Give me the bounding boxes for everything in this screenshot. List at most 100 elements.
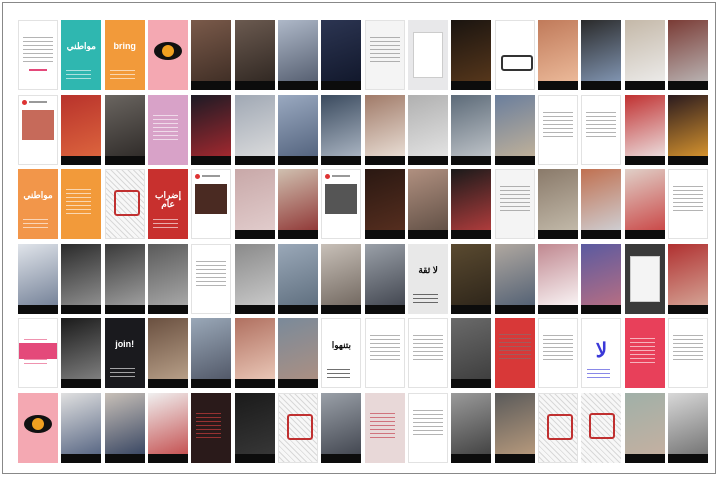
collage-tile[interactable]: لا xyxy=(581,318,622,389)
collage-tile[interactable] xyxy=(278,318,319,389)
collage-tile[interactable] xyxy=(104,94,145,165)
collage-tile[interactable] xyxy=(364,392,405,463)
collage-tile[interactable] xyxy=(191,243,232,314)
collage-tile[interactable] xyxy=(451,169,492,240)
collage-tile[interactable] xyxy=(668,392,709,463)
collage-tile[interactable] xyxy=(581,243,622,314)
collage-tile[interactable] xyxy=(234,318,275,389)
collage-tile[interactable] xyxy=(61,169,102,240)
collage-tile[interactable] xyxy=(581,392,622,463)
collage-tile[interactable] xyxy=(408,169,449,240)
collage-tile[interactable] xyxy=(321,94,362,165)
collage-tile[interactable] xyxy=(148,318,189,389)
collage-tile[interactable] xyxy=(408,94,449,165)
collage-tile[interactable] xyxy=(624,94,665,165)
collage-tile[interactable] xyxy=(148,243,189,314)
collage-tile[interactable] xyxy=(18,243,58,314)
collage-tile[interactable] xyxy=(191,94,232,165)
collage-tile[interactable] xyxy=(278,243,319,314)
collage-tile[interactable] xyxy=(624,20,665,90)
collage-tile[interactable] xyxy=(408,392,449,463)
collage-tile[interactable] xyxy=(581,169,622,240)
collage-tile[interactable] xyxy=(61,243,102,314)
collage-tile[interactable] xyxy=(364,243,405,314)
collage-tile[interactable] xyxy=(451,20,492,90)
collage-tile[interactable] xyxy=(191,20,232,90)
collage-tile[interactable] xyxy=(321,20,362,90)
collage-tile[interactable] xyxy=(408,318,449,389)
collage-tile[interactable] xyxy=(668,20,709,90)
collage-tile[interactable] xyxy=(624,243,665,314)
collage-tile[interactable] xyxy=(234,243,275,314)
collage-tile[interactable] xyxy=(494,243,535,314)
collage-tile[interactable] xyxy=(538,318,579,389)
collage-tile[interactable] xyxy=(278,169,319,240)
collage-tile[interactable]: bring xyxy=(104,20,145,90)
collage-tile[interactable] xyxy=(581,20,622,90)
collage-tile[interactable] xyxy=(494,392,535,463)
collage-tile[interactable] xyxy=(538,392,579,463)
collage-tile[interactable]: لا ثقة xyxy=(408,243,449,314)
collage-tile[interactable] xyxy=(18,94,58,165)
collage-tile[interactable] xyxy=(148,392,189,463)
collage-tile[interactable] xyxy=(668,169,709,240)
collage-tile[interactable] xyxy=(538,243,579,314)
collage-tile[interactable] xyxy=(624,169,665,240)
collage-tile[interactable] xyxy=(321,392,362,463)
collage-tile[interactable] xyxy=(451,392,492,463)
collage-tile[interactable] xyxy=(668,318,709,389)
collage-tile[interactable] xyxy=(668,94,709,165)
collage-tile[interactable] xyxy=(364,94,405,165)
collage-tile[interactable] xyxy=(191,392,232,463)
collage-tile[interactable]: بتنهوا xyxy=(321,318,362,389)
tile-footer-band xyxy=(234,379,275,389)
collage-tile[interactable] xyxy=(668,243,709,314)
collage-tile[interactable] xyxy=(538,20,579,90)
collage-tile[interactable] xyxy=(278,20,319,90)
collage-tile[interactable] xyxy=(104,243,145,314)
collage-tile[interactable] xyxy=(234,94,275,165)
collage-tile[interactable] xyxy=(104,392,145,463)
collage-tile[interactable] xyxy=(451,94,492,165)
collage-tile[interactable] xyxy=(18,318,58,389)
collage-tile[interactable] xyxy=(624,318,665,389)
collage-tile[interactable] xyxy=(234,169,275,240)
collage-tile[interactable] xyxy=(494,94,535,165)
collage-tile[interactable] xyxy=(18,392,58,463)
collage-tile[interactable] xyxy=(191,318,232,389)
collage-tile[interactable] xyxy=(494,169,535,240)
collage-tile[interactable]: إضراب عام xyxy=(148,169,189,240)
collage-tile[interactable] xyxy=(321,169,362,240)
collage-tile[interactable] xyxy=(191,169,232,240)
collage-tile[interactable] xyxy=(364,318,405,389)
collage-tile[interactable] xyxy=(494,318,535,389)
collage-tile[interactable] xyxy=(538,169,579,240)
collage-tile[interactable] xyxy=(581,94,622,165)
collage-tile[interactable] xyxy=(148,94,189,165)
collage-tile[interactable]: مواطني xyxy=(61,20,102,90)
collage-tile[interactable]: join! xyxy=(104,318,145,389)
tile-poster-lines xyxy=(587,369,611,382)
collage-tile[interactable] xyxy=(451,318,492,389)
collage-tile[interactable] xyxy=(451,243,492,314)
collage-tile[interactable] xyxy=(61,392,102,463)
collage-tile[interactable] xyxy=(538,94,579,165)
collage-tile[interactable] xyxy=(321,243,362,314)
collage-tile[interactable] xyxy=(148,20,189,90)
collage-tile[interactable] xyxy=(364,20,405,90)
collage-tile[interactable] xyxy=(18,20,58,90)
collage-tile[interactable] xyxy=(364,169,405,240)
tile-footer-band xyxy=(234,304,275,314)
collage-tile[interactable] xyxy=(234,392,275,463)
collage-tile[interactable] xyxy=(278,392,319,463)
collage-tile[interactable]: مواطني xyxy=(18,169,58,240)
collage-tile[interactable] xyxy=(234,20,275,90)
collage-tile[interactable] xyxy=(61,94,102,165)
tile-post-image xyxy=(22,109,54,140)
collage-tile[interactable] xyxy=(61,318,102,389)
collage-tile[interactable] xyxy=(494,20,535,90)
collage-tile[interactable] xyxy=(104,169,145,240)
collage-tile[interactable] xyxy=(624,392,665,463)
collage-tile[interactable] xyxy=(408,20,449,90)
collage-tile[interactable] xyxy=(278,94,319,165)
